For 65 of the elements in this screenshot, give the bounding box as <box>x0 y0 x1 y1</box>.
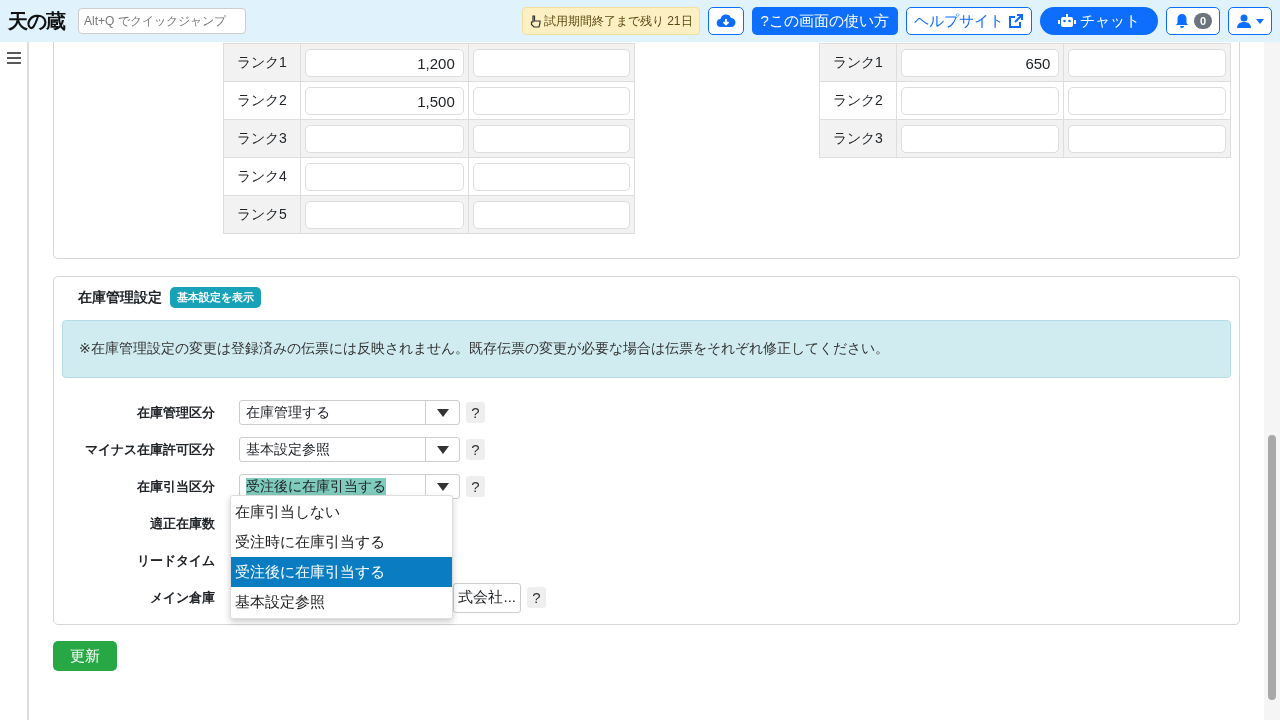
price-input[interactable] <box>472 200 630 229</box>
price-input[interactable]: 1,200 <box>304 48 464 77</box>
chat-button[interactable]: チャット <box>1039 7 1158 35</box>
user-menu-button[interactable] <box>1228 7 1272 35</box>
price-input[interactable] <box>472 48 630 77</box>
field-label: 在庫引当区分 <box>136 477 215 496</box>
price-input[interactable] <box>304 200 464 229</box>
select-field[interactable]: 在庫管理する <box>239 400 460 425</box>
rank-label: ランク2 <box>819 81 897 120</box>
rank-label: ランク3 <box>223 119 301 158</box>
field-label: リードタイム <box>136 551 215 570</box>
rank-label: ランク2 <box>223 81 301 120</box>
price-input[interactable] <box>1068 48 1226 77</box>
help-button[interactable]: ? <box>527 587 546 608</box>
price-input[interactable]: 650 <box>900 48 1060 77</box>
field-label: 適正在庫数 <box>149 514 215 533</box>
dropdown-option[interactable]: 在庫引当しない <box>231 497 452 527</box>
bell-icon <box>1173 13 1190 29</box>
price-input[interactable] <box>1068 124 1226 153</box>
price-input[interactable] <box>900 86 1060 115</box>
rank-label: ランク1 <box>223 43 301 82</box>
field-label: メイン倉庫 <box>149 588 215 607</box>
help-button[interactable]: ? <box>466 402 485 423</box>
notification-count: 0 <box>1193 13 1212 29</box>
dropdown-option[interactable]: 受注時に在庫引当する <box>231 527 452 557</box>
section-title: 在庫管理設定 <box>78 288 162 307</box>
price-input[interactable]: 1,500 <box>304 86 464 115</box>
pointer-hand-icon <box>528 14 541 28</box>
help-button[interactable]: ? <box>466 476 485 497</box>
caret-icon <box>436 482 449 491</box>
select-field[interactable]: 基本設定参照 <box>239 437 460 462</box>
rank-label: ランク4 <box>223 157 301 196</box>
rank-label: ランク3 <box>819 119 897 158</box>
menu-icon <box>6 52 21 64</box>
user-icon <box>1236 13 1252 29</box>
dropdown-option[interactable]: 受注後に在庫引当する <box>231 557 452 587</box>
help-button[interactable]: ?この画面の使い方 <box>751 7 898 35</box>
rank-label: ランク1 <box>819 43 897 82</box>
rank-label: ランク5 <box>223 195 301 234</box>
trial-text: 試用期間終了まで残り 21日 <box>543 12 693 30</box>
price-input[interactable] <box>900 124 1060 153</box>
help-button[interactable]: ? <box>466 439 485 460</box>
price-input[interactable] <box>472 162 630 191</box>
price-input[interactable] <box>304 124 464 153</box>
download-button[interactable] <box>707 7 744 35</box>
caret-icon <box>436 445 449 454</box>
logo[interactable]: 天の蔵 <box>8 7 70 35</box>
caret-icon <box>1256 18 1264 24</box>
notice-alert: ※在庫管理設定の変更は登録済みの伝票には反映されません。既存伝票の変更が必要な場合は伝票をそれぞれ修正してください。 <box>62 320 1231 378</box>
search-field[interactable]: Alt+Q でクイックジャンプ <box>78 8 246 34</box>
external-link-icon <box>1007 13 1024 29</box>
help-site-link[interactable]: ヘルプサイト <box>905 7 1032 35</box>
price-input[interactable] <box>472 86 630 115</box>
field-label: 在庫管理区分 <box>136 403 215 422</box>
caret-icon <box>436 408 449 417</box>
dropdown-option[interactable]: 基本設定参照 <box>231 587 452 617</box>
scrollbar[interactable] <box>1264 42 1280 720</box>
field-label: マイナス在庫許可区分 <box>84 440 215 459</box>
robot-icon <box>1057 13 1076 29</box>
price-input[interactable] <box>472 124 630 153</box>
price-input[interactable] <box>304 162 464 191</box>
warehouse-field[interactable]: 式会社... <box>453 582 521 613</box>
cloud-download-icon <box>715 13 736 29</box>
price-input[interactable] <box>1068 86 1226 115</box>
notification-button[interactable]: 0 <box>1165 7 1220 35</box>
